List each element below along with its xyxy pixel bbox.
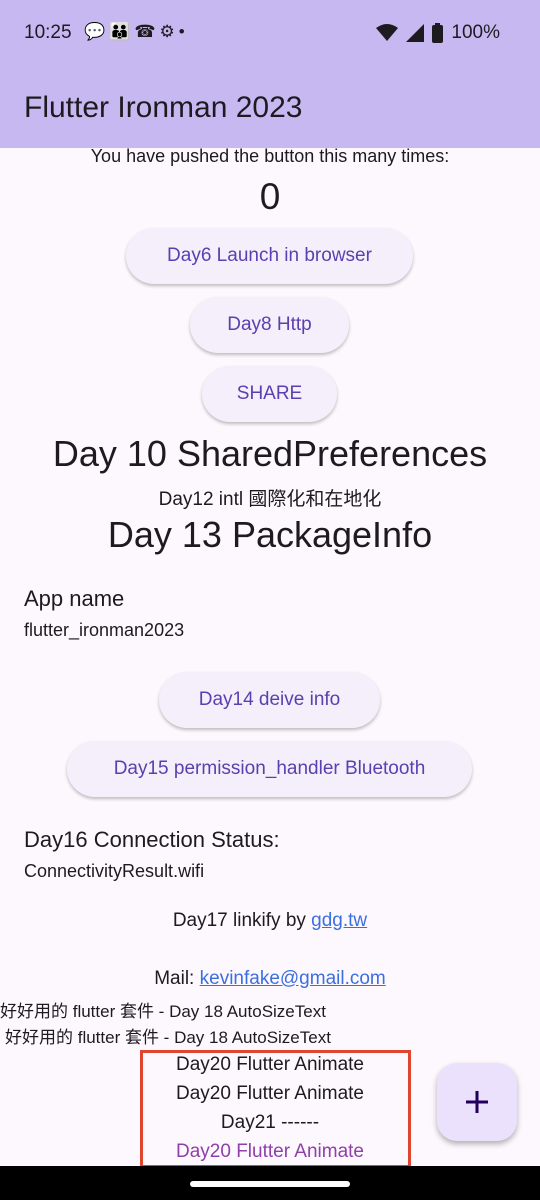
navigation-bar — [0, 1166, 540, 1200]
mail-line: Mail: kevinfake@gmail.com — [0, 968, 540, 990]
home-handle[interactable] — [190, 1181, 350, 1187]
mail-link[interactable]: kevinfake@gmail.com — [200, 968, 386, 989]
system-icons: 100% — [376, 22, 500, 44]
day16-label: Day16 Connection Status: — [24, 827, 280, 852]
day17-line: Day17 linkify by gdg.tw — [0, 910, 540, 932]
day17-prefix: Day17 linkify by — [172, 910, 312, 931]
dot-icon: • — [178, 22, 189, 41]
day8-http-button[interactable]: Day8 Http — [190, 297, 349, 353]
battery-icon — [432, 23, 444, 43]
status-bar: 10:25 💬👪☎⚙• 100% — [0, 0, 540, 68]
app-title: Flutter Ironman 2023 — [24, 91, 303, 124]
increment-fab[interactable] — [437, 1063, 517, 1141]
day13-heading: Day 13 PackageInfo — [107, 514, 433, 555]
app-name-value: flutter_ironman2023 — [24, 620, 185, 640]
call-icon: ☎ — [134, 22, 160, 41]
day6-launch-button[interactable]: Day6 Launch in browser — [126, 228, 413, 284]
plus-icon — [466, 1091, 488, 1113]
autosize-text-2: 好好用的 flutter 套件 - Day 18 AutoSizeText — [5, 1028, 331, 1047]
battery-percent: 100% — [451, 22, 500, 43]
day14-device-info-button[interactable]: Day14 deive info — [159, 672, 380, 728]
notification-icons: 💬👪☎⚙• — [84, 22, 189, 42]
wifi-icon — [376, 24, 399, 41]
chat-icon: 💬 — [84, 22, 110, 41]
mail-prefix: Mail: — [154, 968, 200, 989]
autosize-text-1: 好好用的 flutter 套件 - Day 18 AutoSizeText — [0, 1002, 326, 1021]
share-button[interactable]: SHARE — [202, 366, 337, 422]
gdg-link[interactable]: gdg.tw — [311, 910, 367, 931]
day10-heading: Day 10 SharedPreferences — [52, 433, 488, 474]
signal-icon — [406, 24, 425, 42]
counter-value: 0 — [259, 176, 281, 217]
app-name-label: App name — [24, 586, 125, 611]
day12-text: Day12 intl 國際化和在地化 — [158, 489, 382, 510]
settings-icon: ⚙ — [159, 22, 179, 41]
counter-label: You have pushed the button this many tim… — [90, 146, 450, 166]
status-time: 10:25 — [24, 22, 72, 43]
day15-permission-button[interactable]: Day15 permission_handler Bluetooth — [67, 741, 472, 797]
people-icon: 👪 — [109, 22, 135, 41]
highlight-box — [140, 1050, 411, 1168]
day16-value: ConnectivityResult.wifi — [24, 861, 205, 881]
